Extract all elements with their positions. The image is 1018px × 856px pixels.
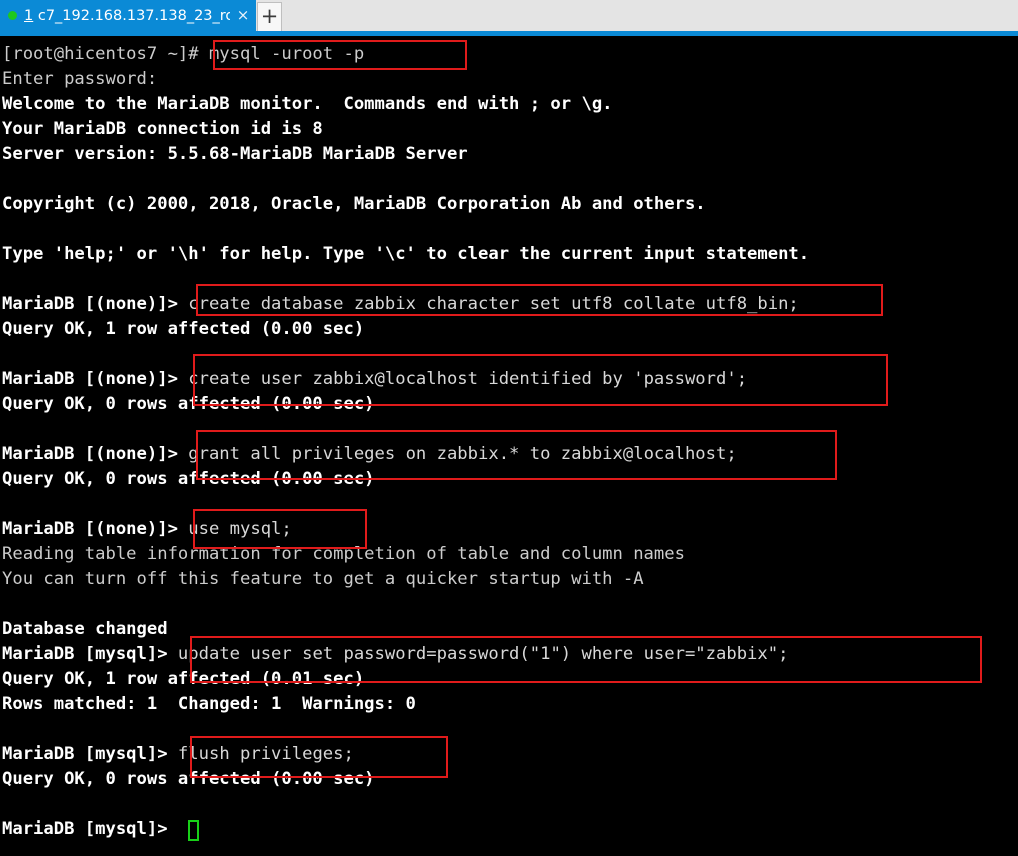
- typed-command: create user zabbix@localhost identified …: [188, 369, 748, 389]
- connection-status-dot: [8, 11, 17, 20]
- shell-prompt: MariaDB [mysql]>: [2, 744, 178, 764]
- shell-prompt: MariaDB [mysql]>: [2, 644, 178, 664]
- terminal-output-line: Reading table information for completion…: [2, 544, 685, 564]
- terminal-output-line: Server version: 5.5.68-MariaDB MariaDB S…: [2, 144, 468, 164]
- new-tab-button[interactable]: +: [257, 2, 282, 31]
- terminal-prompt-line: MariaDB [mysql]> update user set passwor…: [2, 642, 788, 667]
- tab-title: 1 c7_192.168.137.138_23_root: [24, 8, 230, 24]
- terminal-tab-active[interactable]: 1 c7_192.168.137.138_23_root ×: [0, 0, 256, 31]
- shell-prompt: MariaDB [mysql]>: [2, 819, 178, 839]
- shell-prompt: MariaDB [(none)]>: [2, 369, 189, 389]
- terminal-output-line: You can turn off this feature to get a q…: [2, 569, 644, 589]
- terminal-output-line: Database changed: [2, 619, 168, 639]
- tab-session-name: c7_192.168.137.138_23_root: [33, 7, 230, 24]
- terminal-output-line: Copyright (c) 2000, 2018, Oracle, MariaD…: [2, 194, 706, 214]
- terminal-prompt-line: MariaDB [(none)]> use mysql;: [2, 517, 292, 542]
- typed-command: use mysql;: [188, 519, 292, 539]
- typed-command: update user set password=password("1") w…: [177, 644, 789, 664]
- terminal-prompt-line: MariaDB [(none)]> create user zabbix@loc…: [2, 367, 747, 392]
- terminal-prompt-line: MariaDB [(none)]> grant all privileges o…: [2, 442, 737, 467]
- terminal-output-line: Query OK, 1 row affected (0.00 sec): [2, 319, 365, 339]
- terminal-output-line: Query OK, 0 rows affected (0.00 sec): [2, 769, 375, 789]
- terminal-output-line: Query OK, 0 rows affected (0.00 sec): [2, 394, 375, 414]
- terminal-output-line: [root@hicentos7 ~]# mysql -uroot -p: [2, 44, 365, 64]
- shell-prompt: MariaDB [(none)]>: [2, 294, 189, 314]
- terminal-prompt-line: MariaDB [(none)]> create database zabbix…: [2, 292, 799, 317]
- terminal-output-line: Query OK, 0 rows affected (0.00 sec): [2, 469, 375, 489]
- terminal-prompt-line: MariaDB [mysql]>: [2, 817, 178, 842]
- typed-command: flush privileges;: [177, 744, 354, 764]
- typed-command: create database zabbix character set utf…: [188, 294, 799, 314]
- terminal-output-line: Type 'help;' or '\h' for help. Type '\c'…: [2, 244, 810, 264]
- terminal-output-line: Rows matched: 1 Changed: 1 Warnings: 0: [2, 694, 416, 714]
- shell-prompt: MariaDB [(none)]>: [2, 519, 189, 539]
- terminal-output-line: Welcome to the MariaDB monitor. Commands…: [2, 94, 613, 114]
- tab-index-label: 1: [24, 7, 34, 24]
- tab-bar: 1 c7_192.168.137.138_23_root × +: [0, 0, 1018, 31]
- close-icon[interactable]: ×: [230, 0, 256, 31]
- terminal-output-line: Query OK, 1 row affected (0.01 sec): [2, 669, 365, 689]
- terminal-prompt-line: MariaDB [mysql]> flush privileges;: [2, 742, 354, 767]
- shell-prompt: MariaDB [(none)]>: [2, 444, 189, 464]
- terminal-output-line: Enter password:: [2, 69, 158, 89]
- terminal-output-line: Your MariaDB connection id is 8: [2, 119, 323, 139]
- terminal-cursor: [188, 820, 199, 841]
- terminal-output[interactable]: [root@hicentos7 ~]# mysql -uroot -p Enter…: [0, 36, 1018, 856]
- typed-command: grant all privileges on zabbix.* to zabb…: [188, 444, 737, 464]
